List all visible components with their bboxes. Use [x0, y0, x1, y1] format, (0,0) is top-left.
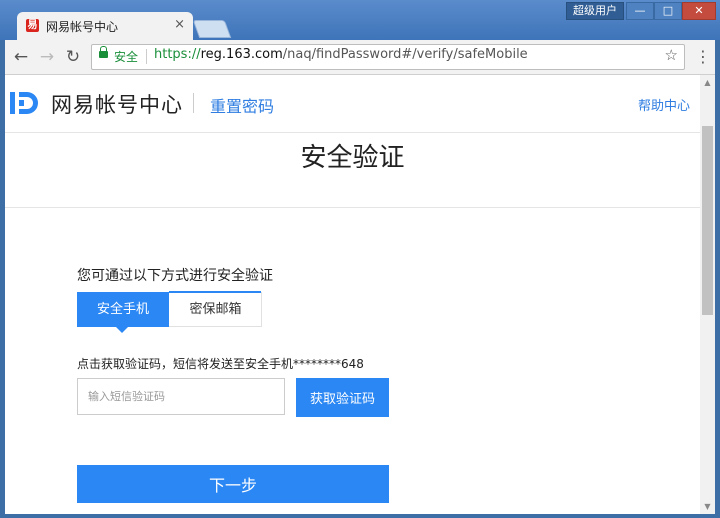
- url-text[interactable]: https://reg.163.com/naq/findPassword#/ve…: [154, 47, 528, 62]
- address-separator: [146, 49, 147, 64]
- get-code-button[interactable]: 获取验证码: [296, 378, 389, 417]
- section-title: 重置密码: [210, 97, 275, 116]
- site-header: 网易帐号中心 重置密码 帮助中心: [5, 75, 700, 133]
- verify-method-tabs: 安全手机 密保邮箱: [77, 291, 262, 333]
- header-divider: [193, 93, 194, 113]
- verify-prompt: 您可通过以下方式进行安全验证: [77, 268, 273, 284]
- reload-icon[interactable]: ↻: [63, 47, 83, 67]
- browser-menu-icon[interactable]: ⋮: [695, 47, 711, 66]
- logo-text[interactable]: 网易帐号中心: [51, 89, 183, 119]
- secure-label: 安全: [114, 50, 139, 64]
- url-path: /naq/findPassword#/verify/safeMobile: [282, 47, 528, 62]
- title-divider: [5, 207, 700, 208]
- tab-close-icon[interactable]: ×: [174, 17, 185, 32]
- tab-secure-email[interactable]: 密保邮箱: [170, 293, 261, 326]
- url-host: reg.163.com: [200, 47, 283, 62]
- back-arrow-icon[interactable]: ←: [11, 47, 31, 67]
- scroll-up-icon[interactable]: ▲: [700, 75, 715, 90]
- browser-toolbar: ← → ↻ 安全 https://reg.163.com/naq/findPas…: [5, 40, 715, 75]
- help-center-link[interactable]: 帮助中心: [638, 95, 690, 114]
- vertical-scrollbar[interactable]: ▲ ▼: [700, 75, 715, 514]
- close-window-button[interactable]: ✕: [682, 2, 716, 20]
- sms-notice: 点击获取验证码，短信将发送至安全手机********648: [77, 357, 364, 371]
- netease-favicon-icon: 易: [26, 19, 39, 32]
- page-title: 安全验证: [300, 143, 405, 173]
- tab-safe-mobile[interactable]: 安全手机: [77, 292, 169, 333]
- maximize-button[interactable]: □: [654, 2, 682, 20]
- scroll-down-icon[interactable]: ▼: [700, 499, 715, 514]
- scroll-thumb[interactable]: [702, 126, 713, 315]
- next-step-button[interactable]: 下一步: [77, 465, 389, 503]
- new-tab-button[interactable]: [192, 20, 232, 38]
- title-bar: 易 网易帐号中心 × 超级用户 — □ ✕: [0, 0, 720, 40]
- netease-logo-icon[interactable]: [9, 89, 43, 117]
- minimize-button[interactable]: —: [626, 2, 654, 20]
- url-scheme: https://: [154, 47, 201, 62]
- bookmark-star-icon[interactable]: ☆: [665, 46, 678, 64]
- sms-code-input[interactable]: [77, 378, 285, 415]
- tab-title: 网易帐号中心: [46, 20, 119, 34]
- forward-arrow-icon[interactable]: →: [37, 47, 57, 67]
- page-viewport: 网易帐号中心 重置密码 帮助中心 安全验证 您可通过以下方式进行安全验证 安全手…: [5, 75, 715, 514]
- user-profile-button[interactable]: 超级用户: [566, 2, 624, 20]
- lock-icon: [99, 46, 108, 58]
- browser-window: 易 网易帐号中心 × 超级用户 — □ ✕ ← → ↻ 安全 https://r…: [0, 0, 720, 518]
- address-bar[interactable]: 安全 https://reg.163.com/naq/findPassword#…: [91, 44, 685, 70]
- browser-tab[interactable]: 易 网易帐号中心 ×: [17, 12, 193, 40]
